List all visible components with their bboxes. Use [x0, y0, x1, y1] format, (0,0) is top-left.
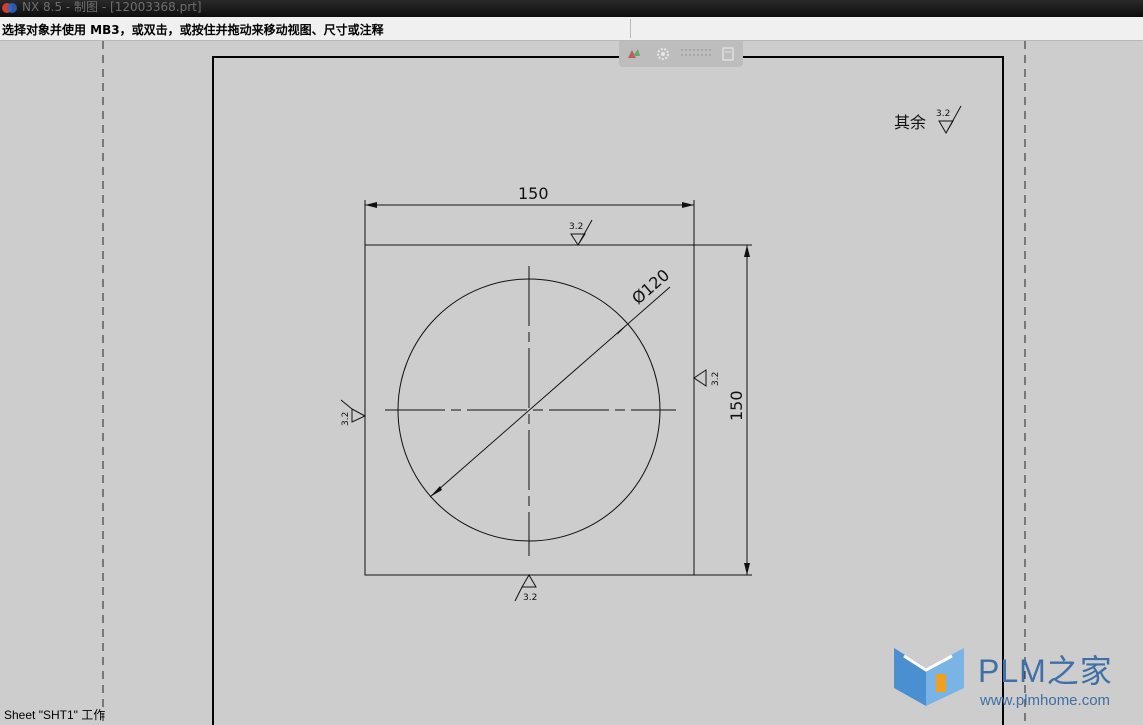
- view-toolbar: [619, 41, 743, 67]
- roughness-value: 3.2: [341, 412, 351, 426]
- diameter-dimension[interactable]: Ø120: [429, 265, 673, 498]
- diameter-value: Ø120: [628, 265, 673, 308]
- arrow-icon: [682, 202, 694, 208]
- gear-icon[interactable]: [652, 44, 674, 64]
- roughness-value: 3.2: [523, 593, 537, 603]
- roughness-top[interactable]: 3.2: [569, 219, 593, 246]
- watermark: PLM之家 www.plmhome.com: [890, 640, 1140, 710]
- watermark-name: PLM之家: [978, 653, 1113, 689]
- prompt-text: 选择对象并使用 MB3，或双击，或按住并拖动来移动视图、尺寸或注释: [2, 23, 384, 37]
- roughness-symbol-icon: [693, 369, 707, 387]
- roughness-right[interactable]: 3.2: [693, 369, 721, 387]
- window-title: NX 8.5 - 制图 - [12003368.prt]: [22, 0, 202, 14]
- arrow-icon: [617, 324, 628, 335]
- roughness-value: 3.2: [936, 109, 950, 119]
- arrow-icon: [365, 202, 377, 208]
- prompt-separator: [630, 19, 631, 38]
- title-bar: NX 8.5 - 制图 - [12003368.prt]: [0, 0, 1143, 17]
- view-color-icon[interactable]: [623, 44, 645, 64]
- roughness-left[interactable]: 3.2: [340, 399, 367, 426]
- height-value: 150: [727, 390, 746, 421]
- arrow-icon: [744, 563, 750, 575]
- roughness-value: 3.2: [569, 222, 583, 232]
- drawing-border: [212, 56, 1004, 725]
- height-dimension[interactable]: 150: [694, 244, 752, 576]
- drawing-sheet: 其余 3.2 Ø120 150 150 3.2 3.2 3.2 3.2: [102, 41, 1026, 725]
- prompt-bar: 选择对象并使用 MB3，或双击，或按住并拖动来移动视图、尺寸或注释: [0, 17, 1143, 41]
- width-value: 150: [518, 184, 549, 203]
- width-dimension[interactable]: 150: [364, 184, 695, 245]
- sheet-icon[interactable]: [717, 44, 739, 64]
- nx-app-icon: [2, 3, 17, 13]
- diameter-leader: [429, 286, 671, 498]
- general-roughness-note[interactable]: 其余 3.2: [894, 105, 962, 134]
- drawing-canvas[interactable]: 其余 3.2 Ø120 150 150 3.2 3.2 3.2 3.2: [0, 41, 1143, 725]
- arrow-icon: [430, 486, 442, 497]
- roughness-bottom[interactable]: 3.2: [514, 574, 537, 603]
- watermark-url: www.plmhome.com: [980, 692, 1111, 709]
- arrow-icon: [744, 245, 750, 257]
- grid-icon[interactable]: [679, 44, 713, 64]
- sheet-status: Sheet "SHT1" 工作: [4, 708, 106, 722]
- plm-logo-icon: [894, 648, 964, 706]
- note-label: 其余: [894, 113, 926, 132]
- roughness-value: 3.2: [711, 372, 721, 386]
